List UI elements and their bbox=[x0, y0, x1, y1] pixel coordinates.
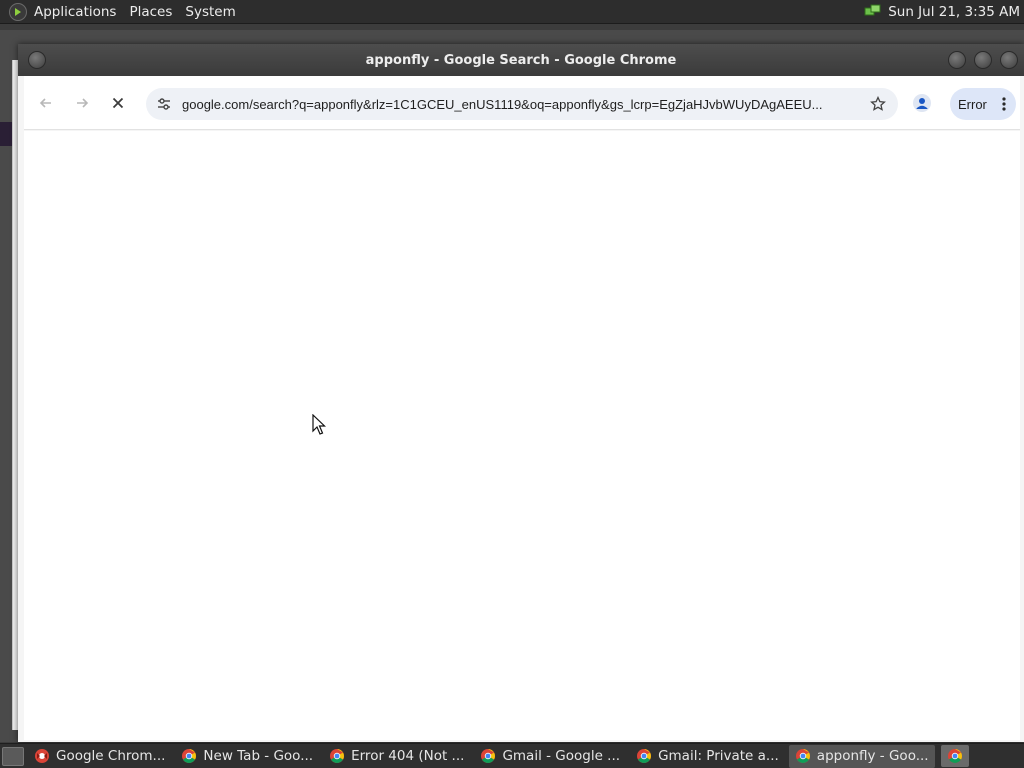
bookmark-star-icon[interactable] bbox=[870, 96, 886, 112]
taskbar-item[interactable]: Error 404 (Not ... bbox=[323, 745, 470, 768]
page-content[interactable] bbox=[24, 131, 1020, 740]
chrome-icon bbox=[947, 749, 962, 763]
back-arrow-icon bbox=[39, 98, 51, 108]
taskbar-item-active[interactable]: apponfly - Goo... bbox=[788, 744, 935, 768]
taskbar-item[interactable]: New Tab - Goo... bbox=[175, 745, 319, 768]
taskbar-item-label: New Tab - Goo... bbox=[203, 748, 314, 764]
applications-menu[interactable]: Applications bbox=[34, 4, 124, 20]
taskbar-item-label: Google Chrom... bbox=[56, 748, 166, 764]
browser-toolbar: google.com/search?q=apponfly&rlz=1C1GCEU… bbox=[24, 76, 1020, 130]
panel-tray: Sun Jul 21, 3:35 AM bbox=[864, 0, 1020, 24]
chrome-red-icon bbox=[35, 749, 49, 763]
places-menu[interactable]: Places bbox=[129, 4, 180, 20]
chrome-icon bbox=[481, 749, 496, 763]
chrome-icon bbox=[182, 749, 197, 763]
site-settings-icon[interactable] bbox=[156, 96, 172, 112]
close-window-button[interactable] bbox=[1000, 51, 1018, 69]
minimize-button[interactable] bbox=[948, 51, 966, 69]
profile-error-chip[interactable]: Error bbox=[950, 88, 1016, 120]
taskbar-item-label: Gmail - Google ... bbox=[502, 748, 621, 764]
taskbar-item[interactable]: Google Chrom... bbox=[28, 745, 171, 768]
profile-icon[interactable] bbox=[912, 93, 932, 113]
taskbar-item-label: apponfly - Goo... bbox=[816, 748, 929, 764]
show-desktop-button[interactable] bbox=[2, 746, 24, 766]
close-x-icon bbox=[112, 97, 124, 109]
error-label: Error bbox=[958, 96, 987, 112]
window-titlebar[interactable]: apponfly - Google Search - Google Chrome bbox=[18, 44, 1024, 76]
taskbar-item-label: Gmail: Private a... bbox=[658, 748, 779, 764]
network-icon[interactable] bbox=[864, 2, 882, 22]
taskbar-item-label: Error 404 (Not ... bbox=[351, 748, 465, 764]
chrome-icon bbox=[330, 749, 345, 763]
forward-button[interactable] bbox=[72, 93, 92, 113]
taskbar-item[interactable]: Gmail - Google ... bbox=[474, 745, 626, 768]
taskbar: Google Chrom... New Tab - Goo... Error 4… bbox=[0, 743, 1024, 768]
clock[interactable]: Sun Jul 21, 3:35 AM bbox=[888, 4, 1020, 20]
taskbar-item[interactable]: Gmail: Private a... bbox=[630, 745, 785, 768]
distro-logo-icon[interactable] bbox=[9, 2, 27, 21]
kebab-menu-icon[interactable] bbox=[1002, 96, 1006, 112]
panel-menu-bar: Applications Places System bbox=[34, 4, 249, 20]
maximize-button[interactable] bbox=[974, 51, 992, 69]
chrome-icon bbox=[795, 749, 810, 763]
window-title: apponfly - Google Search - Google Chrome bbox=[365, 52, 677, 68]
window-menu-button[interactable] bbox=[28, 51, 46, 69]
url-text[interactable]: google.com/search?q=apponfly&rlz=1C1GCEU… bbox=[182, 97, 858, 112]
forward-arrow-icon bbox=[77, 98, 89, 108]
chrome-icon bbox=[637, 749, 652, 763]
address-bar[interactable]: google.com/search?q=apponfly&rlz=1C1GCEU… bbox=[146, 88, 898, 120]
back-button[interactable] bbox=[36, 93, 56, 113]
stop-loading-button[interactable] bbox=[108, 93, 128, 113]
chrome-window: apponfly - Google Search - Google Chrome bbox=[18, 44, 1024, 742]
tray-chrome-launcher[interactable] bbox=[940, 745, 969, 767]
system-menu[interactable]: System bbox=[185, 4, 243, 20]
top-panel: Applications Places System Sun Jul 21, 3… bbox=[0, 0, 1024, 24]
background-app-edge bbox=[0, 122, 12, 146]
mouse-pointer-icon bbox=[312, 414, 326, 435]
